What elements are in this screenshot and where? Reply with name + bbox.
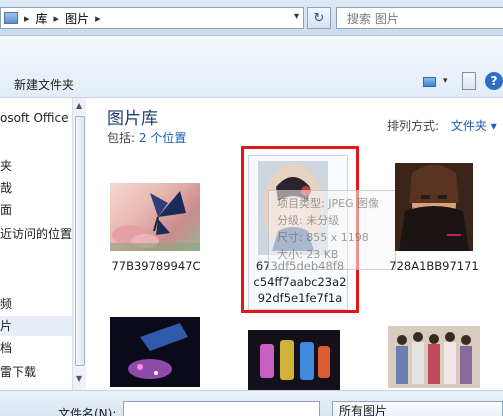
- includes-locations-link[interactable]: 2 个位置: [139, 131, 186, 145]
- breadcrumb-separator: ▸: [24, 11, 30, 25]
- breadcrumb-library[interactable]: 库: [36, 10, 48, 27]
- arrange-dropdown[interactable]: 文件夹 ▾: [451, 119, 497, 133]
- tooltip-line: 分级: 未分级: [277, 214, 340, 227]
- nav-item-favorites[interactable]: 夹: [0, 156, 72, 176]
- file-thumbnail[interactable]: [388, 326, 480, 388]
- filetype-select[interactable]: 所有图片: [332, 401, 503, 416]
- address-bar[interactable]: ▸ 库 ▸ 图片 ▸ ▾: [0, 7, 304, 29]
- group-photo-image: [388, 326, 480, 388]
- filename-input[interactable]: [123, 401, 320, 416]
- glowing-jars-image: [248, 330, 340, 390]
- scroll-up-icon[interactable]: ▲: [76, 101, 82, 110]
- chevron-down-icon[interactable]: ▾: [294, 11, 299, 22]
- nav-item-office[interactable]: osoft Office: [0, 108, 72, 128]
- new-folder-button[interactable]: 新建文件夹: [14, 76, 74, 93]
- tooltip-line: 大小: 23 KB: [277, 248, 339, 261]
- preview-pane-icon[interactable]: [462, 72, 476, 90]
- nav-item-desktop[interactable]: 面: [0, 200, 72, 220]
- library-includes: 包括: 2 个位置: [107, 129, 186, 146]
- view-icon: [422, 77, 436, 87]
- tooltip-line: 尺寸: 855 x 1198: [277, 231, 369, 244]
- refresh-button[interactable]: ↻: [307, 7, 331, 29]
- library-title: 图片库: [107, 109, 158, 129]
- nav-item-recent-places[interactable]: 近访问的位置: [0, 224, 72, 244]
- arrange-label: 排列方式:: [387, 119, 440, 133]
- file-thumbnail[interactable]: [110, 317, 200, 387]
- filename-label: 文件名(N):: [58, 407, 117, 416]
- file-thumbnail[interactable]: [248, 330, 340, 390]
- nav-item-thunder-downloads[interactable]: 雷下载: [0, 362, 72, 382]
- help-button[interactable]: ?: [485, 72, 503, 90]
- file-info-tooltip: 项目类型: JPEG 图像 分级: 未分级 尺寸: 855 x 1198 大小:…: [268, 190, 396, 270]
- nav-item-downloads[interactable]: 哉: [0, 178, 72, 198]
- breadcrumb-pictures[interactable]: 图片: [65, 10, 89, 27]
- bottle-lights-image: [110, 317, 200, 387]
- scroll-down-icon[interactable]: ▼: [76, 374, 82, 383]
- nav-item-videos[interactable]: 频: [0, 294, 72, 314]
- veiled-woman-image: [395, 163, 473, 251]
- library-icon: [4, 12, 18, 24]
- nav-scrollbar[interactable]: ▲ ▼: [72, 98, 86, 390]
- navigation-pane: osoft Office 夹 哉 面 近访问的位置 频 片 档 雷下载: [0, 98, 72, 390]
- view-button[interactable]: [417, 72, 441, 92]
- file-name[interactable]: 77B39789947C: [110, 259, 202, 273]
- breadcrumb-separator: ▸: [53, 11, 60, 25]
- butterfly-image: [110, 191, 200, 251]
- search-input[interactable]: 搜索 图片: [336, 7, 503, 29]
- file-thumbnail[interactable]: [110, 183, 200, 251]
- arrange-by: 排列方式: 文件夹 ▾: [387, 117, 497, 134]
- chevron-down-icon[interactable]: ▾: [443, 76, 448, 86]
- breadcrumb-separator: ▸: [95, 11, 101, 25]
- nav-item-pictures[interactable]: 片: [0, 316, 72, 336]
- file-thumbnail[interactable]: [395, 163, 473, 251]
- scrollbar-thumb[interactable]: [75, 116, 85, 366]
- tooltip-line: 项目类型: JPEG 图像: [277, 197, 380, 210]
- file-name[interactable]: 728A1BB97171: [388, 259, 480, 273]
- includes-label: 包括:: [107, 131, 136, 145]
- nav-item-documents[interactable]: 档: [0, 338, 72, 358]
